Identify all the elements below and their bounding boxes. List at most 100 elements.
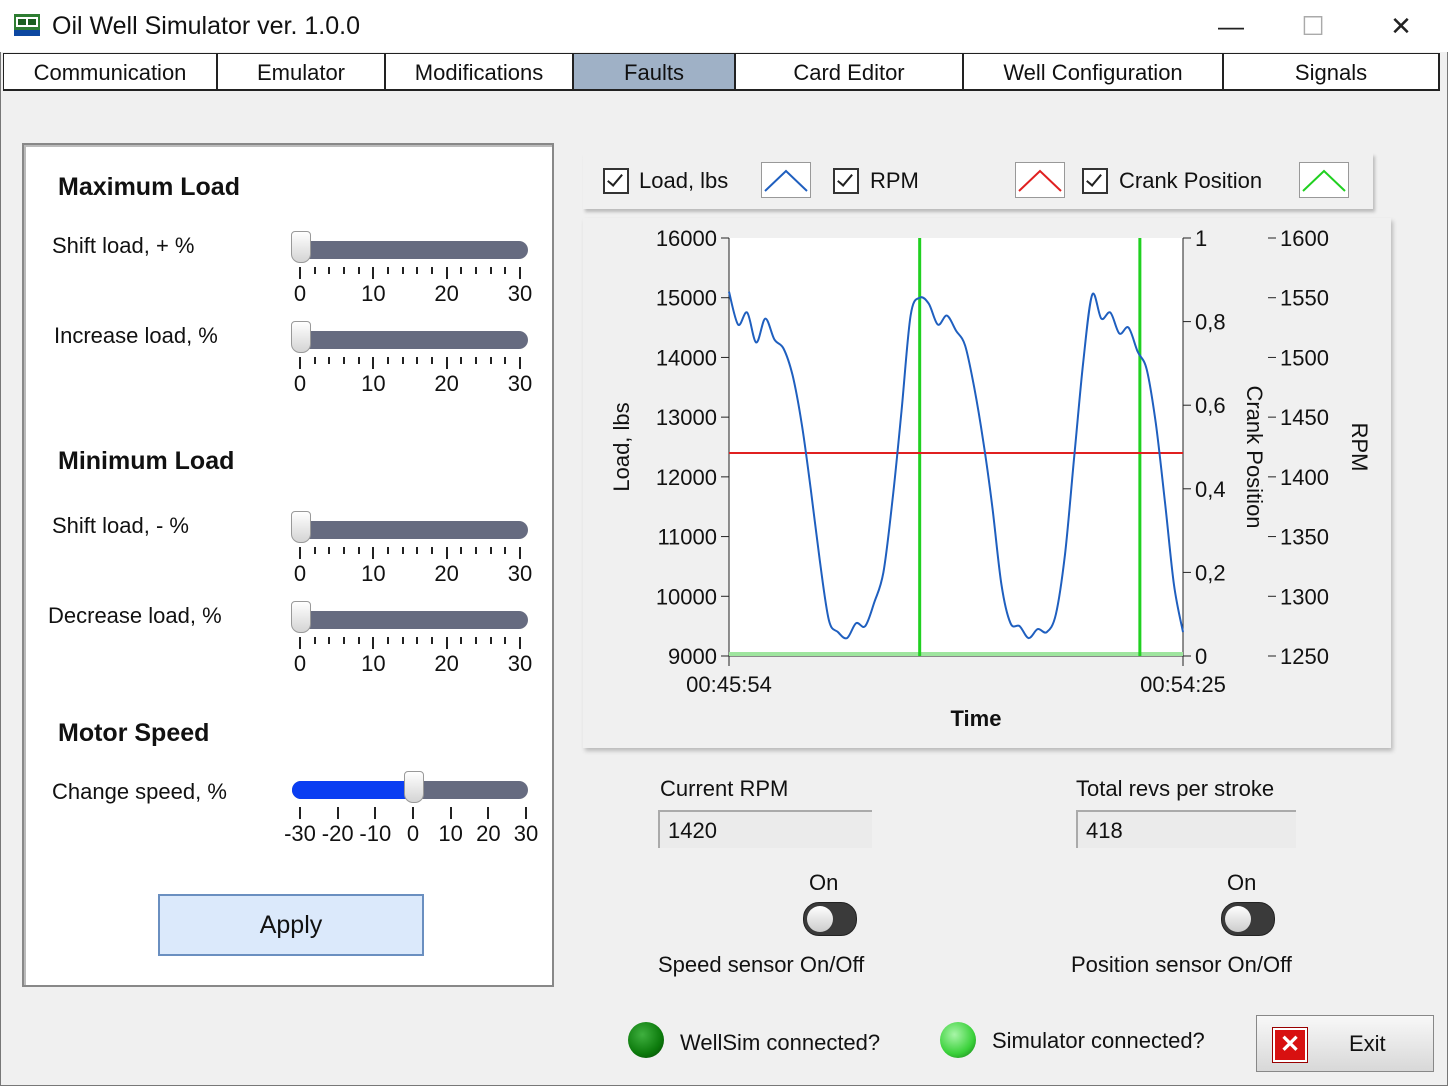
speed-sensor-toggle[interactable]: [803, 902, 857, 936]
slider-tick: [431, 637, 433, 644]
tab-card-editor[interactable]: Card Editor: [735, 53, 964, 91]
slider-thumb[interactable]: [404, 771, 424, 803]
plot-area: [729, 238, 1183, 656]
slider-tick: [372, 357, 375, 369]
slider-tick: [519, 637, 521, 649]
slider-tick: [431, 547, 433, 554]
slider-thumb[interactable]: [291, 231, 311, 263]
slider-tick: [313, 547, 316, 554]
slider-tick: [328, 547, 331, 554]
load-legend-swatch[interactable]: [761, 162, 811, 198]
decrease-load-label: Decrease load, %: [48, 603, 222, 628]
slider-thumb[interactable]: [291, 601, 311, 633]
slider-tick: [328, 267, 331, 274]
y-tick-label-right1: 0: [1195, 644, 1207, 669]
slider-tick: [299, 267, 301, 279]
y-axis-label-right1: Crank Position: [1242, 385, 1267, 528]
slider-tick: [475, 357, 477, 364]
y-tick-label-left: 16000: [656, 226, 717, 251]
y-tick-label-left: 14000: [656, 345, 717, 370]
rpm-checkbox[interactable]: [833, 168, 859, 194]
slider-tick: [416, 637, 419, 644]
slider-tick: [412, 807, 414, 819]
slider-tick: [336, 807, 339, 819]
slider-thumb[interactable]: [291, 511, 311, 543]
crank-legend-label: Crank Position: [1119, 168, 1263, 193]
slider-tick: [357, 637, 360, 644]
max-load-title: Maximum Load: [58, 173, 240, 201]
slider-tick: [387, 267, 389, 274]
x-axis-label: Time: [951, 706, 1002, 731]
slider-tick: [475, 637, 477, 644]
y-axis-label-right2: RPM: [1347, 423, 1372, 472]
slider-tick: [504, 637, 507, 644]
exit-label: Exit: [1349, 1031, 1386, 1056]
slider-tick: [504, 357, 507, 364]
tab-modifications[interactable]: Modifications: [385, 53, 574, 91]
slider-tick: [504, 267, 507, 274]
total-revs-label: Total revs per stroke: [1076, 776, 1275, 801]
slider-tick: [449, 807, 452, 819]
slider-track[interactable]: [292, 521, 528, 539]
y-tick-label-right2: 1550: [1280, 286, 1329, 311]
tab-well-configuration[interactable]: Well Configuration: [963, 53, 1224, 91]
rpm-legend-swatch[interactable]: [1015, 162, 1065, 198]
close-button[interactable]: ✕: [1361, 0, 1441, 52]
tab-emulator[interactable]: Emulator: [217, 53, 386, 91]
min-load-title: Minimum Load: [58, 447, 235, 475]
apply-button[interactable]: Apply: [158, 894, 424, 956]
slider-tick: [416, 547, 419, 554]
increase-load-label: Increase load, %: [54, 323, 218, 348]
shift-load-plus-label: Shift load, + %: [52, 233, 195, 258]
slider-scale-label: 0: [406, 821, 420, 846]
tab-bar: Communication Emulator Modifications Fau…: [3, 53, 1443, 91]
slider-tick: [489, 267, 492, 274]
slider-tick: [475, 547, 477, 554]
slider-tick: [357, 357, 360, 364]
minimize-button[interactable]: —: [1191, 0, 1271, 52]
close-icon: ✕: [1273, 1028, 1307, 1062]
slider-track[interactable]: [292, 611, 528, 629]
y-tick-label-right2: 1250: [1280, 644, 1329, 669]
slider-tick: [343, 637, 345, 644]
slider-tick: [299, 357, 301, 369]
slider-tick: [313, 357, 316, 364]
wellsim-status-label: WellSim connected?: [680, 1030, 881, 1055]
slider-thumb[interactable]: [291, 321, 311, 353]
y-tick-label-left: 13000: [656, 405, 717, 430]
load-chart-svg: 1600015000140001300012000110001000090001…: [609, 226, 1372, 731]
slider-tick: [460, 637, 463, 644]
crank-legend-swatch[interactable]: [1299, 162, 1349, 198]
slider-tick: [487, 807, 490, 819]
slider-tick: [401, 267, 404, 274]
slider-tick: [343, 357, 345, 364]
tab-communication[interactable]: Communication: [3, 53, 218, 91]
simulator-status-led: [940, 1022, 976, 1058]
slider-tick: [519, 267, 521, 279]
slider-tick: [519, 357, 521, 369]
slider-scale-label: -10: [359, 821, 392, 846]
y-tick-label-right2: 1400: [1280, 465, 1329, 490]
tab-faults[interactable]: Faults: [573, 53, 736, 91]
slider-tick: [489, 637, 492, 644]
wellsim-status-led: [628, 1022, 664, 1058]
slider-tick: [387, 357, 389, 364]
slider-tick: [489, 547, 492, 554]
total-revs-field: 418: [1076, 810, 1296, 848]
slider-track[interactable]: [292, 331, 528, 349]
slider-scale-label: 0: [293, 651, 307, 676]
load-checkbox[interactable]: [603, 168, 629, 194]
y-tick-label-left: 10000: [656, 584, 717, 609]
slider-tick: [416, 267, 419, 274]
tab-signals[interactable]: Signals: [1223, 53, 1440, 91]
maximize-button[interactable]: ☐: [1273, 0, 1353, 52]
motor-speed-title: Motor Speed: [58, 719, 210, 747]
slider-tick: [299, 807, 301, 819]
exit-button[interactable]: ✕ Exit: [1256, 1015, 1434, 1072]
slider-tick: [401, 357, 404, 364]
position-sensor-toggle[interactable]: [1221, 902, 1275, 936]
crank-checkbox[interactable]: [1082, 168, 1108, 194]
slider-tick: [372, 547, 375, 559]
slider-track[interactable]: [292, 241, 528, 259]
slider-tick: [387, 547, 389, 554]
